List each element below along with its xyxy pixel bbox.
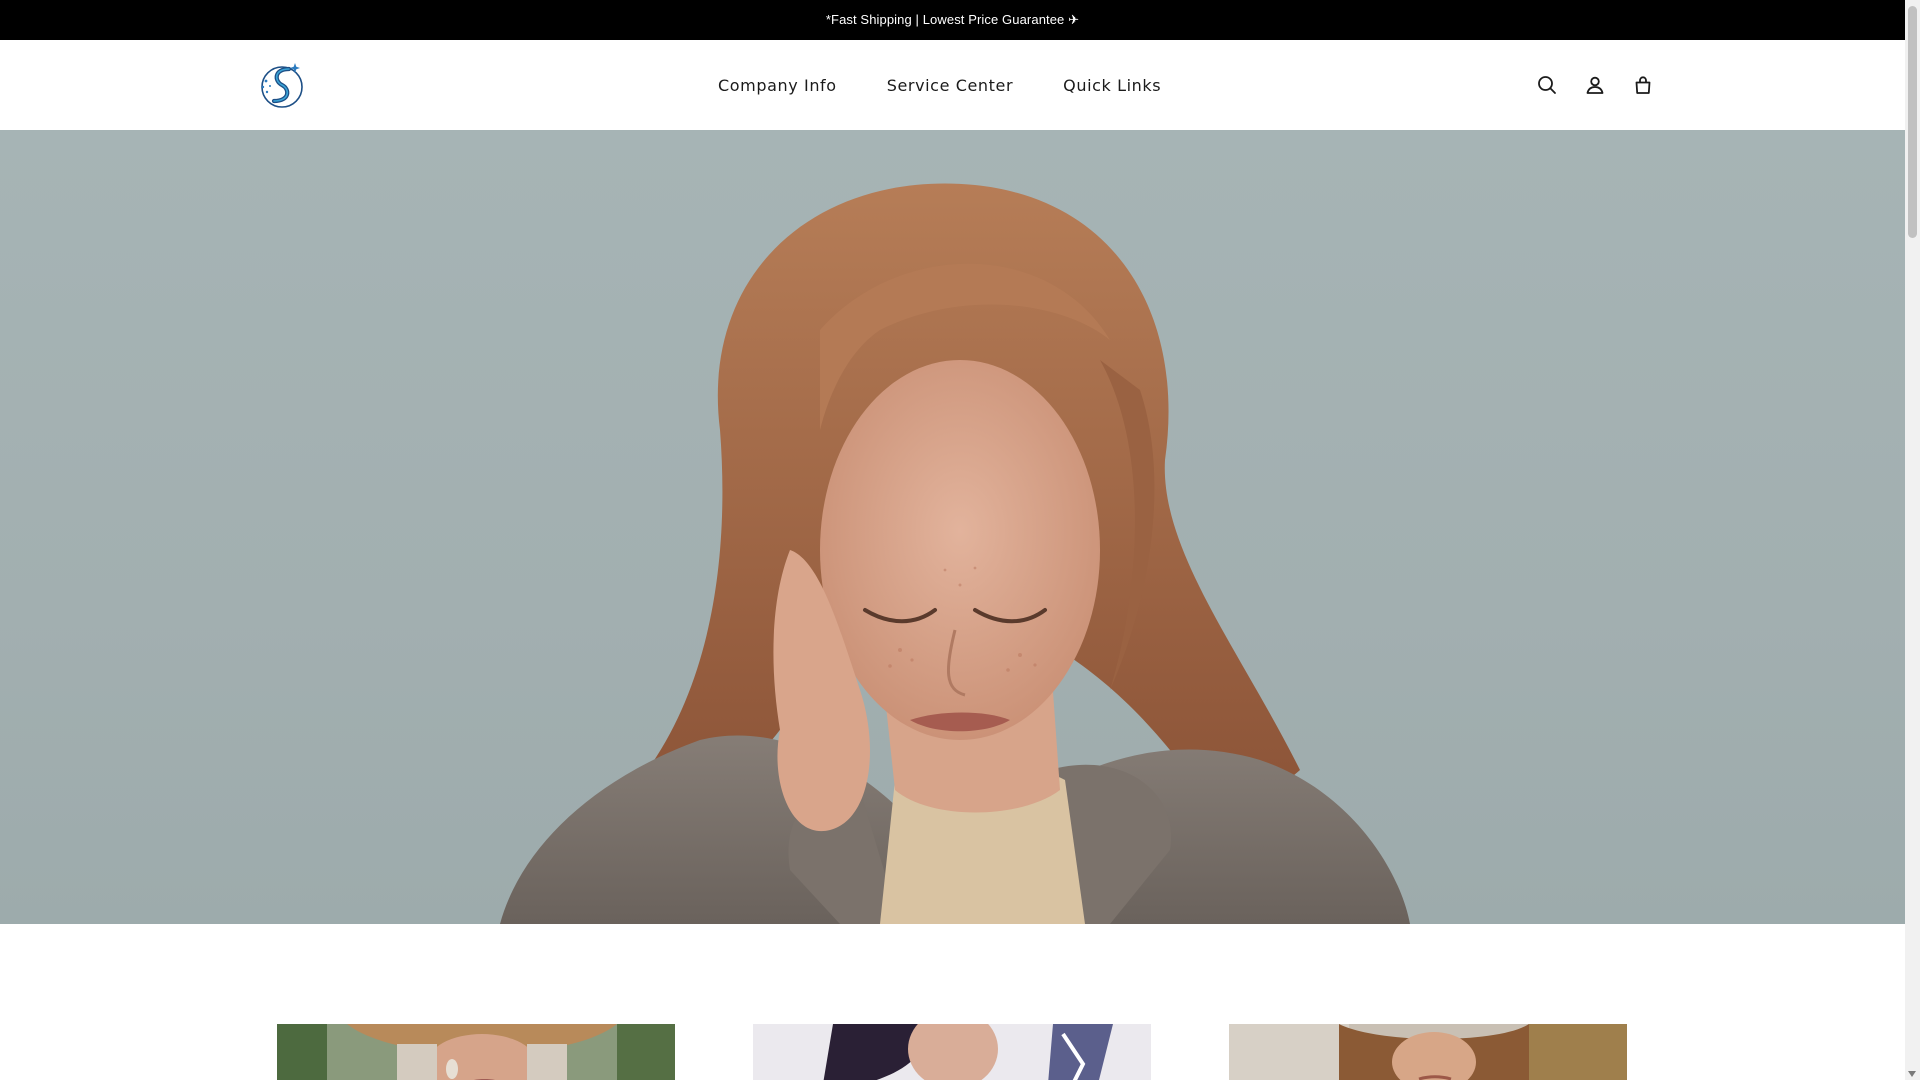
search-icon[interactable] (1535, 73, 1559, 97)
collection-card[interactable] (277, 1024, 675, 1080)
collection-card[interactable] (753, 1024, 1151, 1080)
header-actions (1535, 40, 1655, 130)
scrollbar-thumb[interactable] (1908, 6, 1917, 238)
dna-s-logo-icon (261, 63, 303, 108)
announcement-text: *Fast Shipping | Lowest Price Guarantee … (825, 12, 1080, 27)
site-header: Company Info Service Center Quick Links (0, 40, 1905, 130)
scroll-down-arrow-icon[interactable] (1908, 1071, 1916, 1077)
logo[interactable] (258, 59, 306, 111)
collection-grid (0, 1024, 1905, 1080)
collection-card[interactable] (1229, 1024, 1627, 1080)
woman-with-dark-hair-photo (753, 1024, 1151, 1080)
page: *Fast Shipping | Lowest Price Guarantee … (0, 0, 1905, 1080)
account-icon[interactable] (1583, 73, 1607, 97)
nav-company-info[interactable]: Company Info (718, 76, 837, 95)
cart-icon[interactable] (1631, 73, 1655, 97)
woman-in-fur-hood-photo (1229, 1024, 1627, 1080)
main-nav: Company Info Service Center Quick Links (718, 40, 1161, 130)
page-scrollbar[interactable] (1905, 0, 1920, 1080)
nav-service-center[interactable]: Service Center (887, 76, 1013, 95)
woman-in-straw-hat-photo (277, 1024, 675, 1080)
nav-quick-links[interactable]: Quick Links (1063, 76, 1161, 95)
hero-banner[interactable] (0, 130, 1905, 924)
woman-in-gray-coat-photo (500, 183, 1410, 924)
announcement-bar: *Fast Shipping | Lowest Price Guarantee … (0, 0, 1905, 40)
